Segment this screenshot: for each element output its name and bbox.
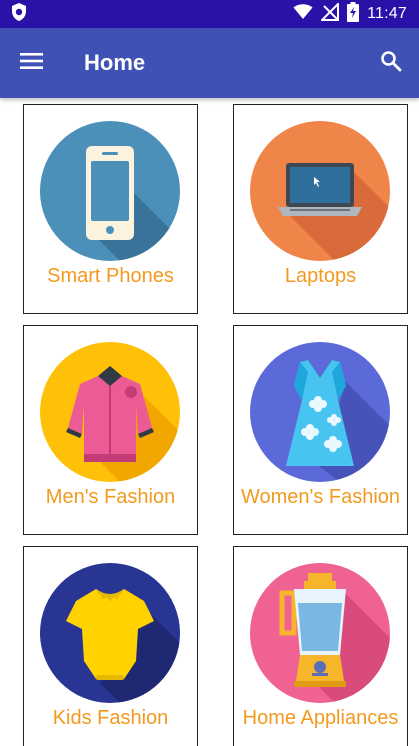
status-bar: 11:47	[0, 0, 419, 28]
menu-button[interactable]	[0, 28, 64, 98]
hamburger-menu-icon	[20, 52, 44, 75]
baby-onesie-icon	[40, 563, 180, 703]
page-title: Home	[84, 50, 146, 75]
category-label: Laptops	[284, 265, 357, 287]
wifi-icon	[293, 3, 313, 25]
app-bar: Home	[0, 28, 419, 98]
category-card-mens-fashion[interactable]: Men's Fashion	[23, 325, 198, 535]
category-grid: Smart Phones Laptops Men's Fashion Women…	[0, 98, 419, 746]
category-label: Kids Fashion	[52, 707, 169, 729]
smartphone-icon	[40, 121, 180, 261]
dress-icon	[250, 342, 390, 482]
category-card-kids-fashion[interactable]: Kids Fashion	[23, 546, 198, 746]
category-label: Women's Fashion	[240, 486, 401, 508]
category-card-smart-phones[interactable]: Smart Phones	[23, 104, 198, 314]
category-label: Men's Fashion	[45, 486, 176, 508]
jacket-icon	[40, 342, 180, 482]
shield-icon	[10, 2, 28, 27]
category-card-womens-fashion[interactable]: Women's Fashion	[233, 325, 408, 535]
search-icon	[380, 50, 402, 77]
battery-charging-icon	[347, 1, 360, 27]
blender-icon	[250, 563, 390, 703]
category-label: Home Appliances	[242, 707, 399, 729]
laptop-icon	[250, 121, 390, 261]
category-label: Smart Phones	[47, 265, 174, 287]
status-time: 11:47	[367, 5, 407, 22]
category-card-laptops[interactable]: Laptops	[233, 104, 408, 314]
no-signal-icon	[319, 1, 340, 26]
category-card-home-appliances[interactable]: Home Appliances	[233, 546, 408, 746]
search-button[interactable]	[363, 28, 419, 98]
